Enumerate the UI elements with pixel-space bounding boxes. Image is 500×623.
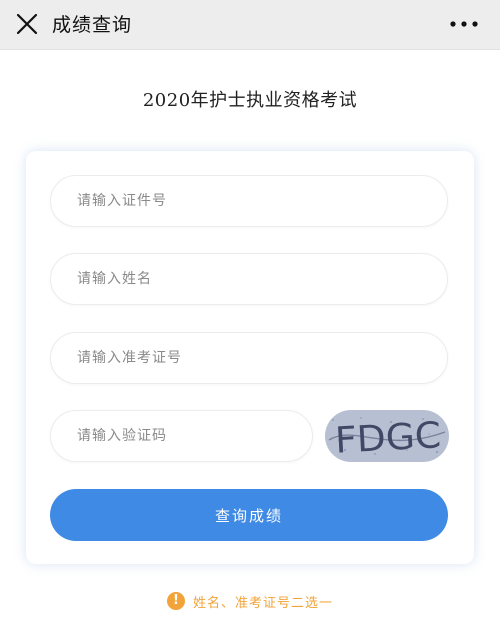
warning-icon: ! [166,592,185,610]
nav-bar: 成绩查询 [0,0,500,50]
more-icon[interactable] [446,12,482,36]
hint-text: 姓名、准考证号二选一 [192,595,333,611]
query-score-button[interactable]: 查询成绩 [50,489,448,541]
page-title: 2020年护士执业资格考试 [142,90,358,111]
close-icon[interactable] [14,11,40,37]
admission-number-input[interactable] [50,332,448,384]
captcha-image-text: FDGC [334,415,442,461]
hint: ! 姓名、准考证号二选一 [0,590,500,612]
nav-title: 成绩查询 [52,14,133,36]
id-number-input[interactable] [50,175,448,227]
captcha-image[interactable]: FDGC [325,410,449,462]
captcha-input[interactable] [50,410,313,462]
name-input[interactable] [50,253,448,305]
query-form-card: FDGC 查询成绩 [26,151,474,564]
